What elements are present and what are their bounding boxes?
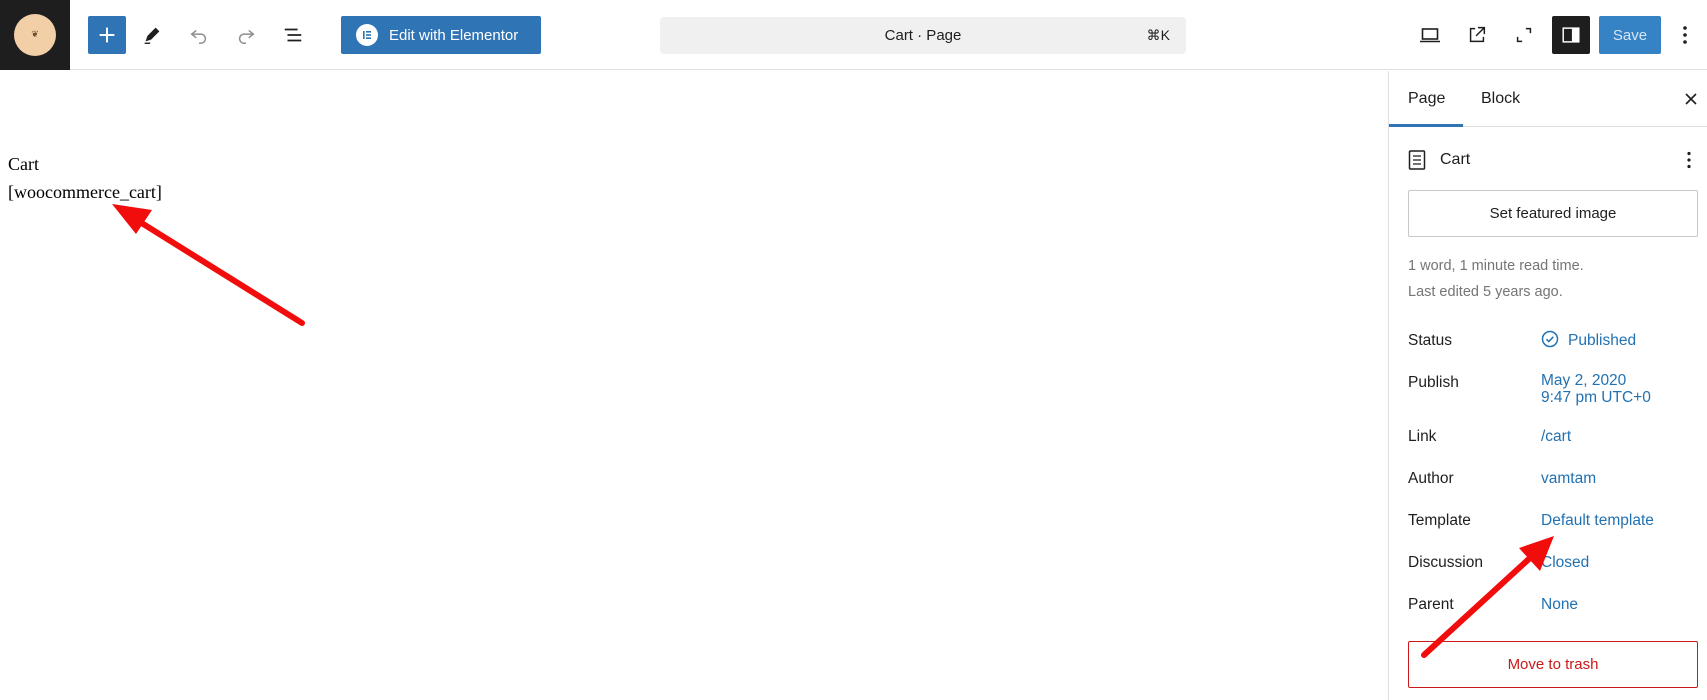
tab-page[interactable]: Page bbox=[1408, 71, 1445, 127]
command-palette-bar[interactable]: Cart · Page ⌘K bbox=[660, 17, 1186, 54]
status-label: Status bbox=[1408, 332, 1452, 349]
discussion-label: Discussion bbox=[1408, 554, 1483, 571]
plus-icon bbox=[99, 27, 115, 43]
settings-sidebar: Page Block Cart Set featured image 1 wor… bbox=[1389, 71, 1707, 700]
publish-date: May 2, 2020 bbox=[1541, 372, 1627, 389]
undo-button[interactable] bbox=[180, 16, 218, 54]
publish-date-button[interactable]: May 2, 2020 9:47 pm UTC+0 bbox=[1541, 372, 1651, 406]
elementor-icon bbox=[356, 24, 378, 46]
site-logo-icon: ❦ bbox=[14, 14, 56, 56]
undo-icon bbox=[190, 29, 207, 44]
redo-icon bbox=[238, 29, 255, 44]
fullscreen-icon bbox=[1516, 27, 1532, 43]
tab-block[interactable]: Block bbox=[1481, 71, 1520, 127]
publish-label: Publish bbox=[1408, 374, 1459, 391]
publish-time: 9:47 pm UTC+0 bbox=[1541, 389, 1651, 406]
page-document-icon bbox=[1408, 150, 1426, 170]
author-label: Author bbox=[1408, 470, 1454, 487]
options-button[interactable] bbox=[1670, 16, 1700, 54]
set-featured-image-button[interactable]: Set featured image bbox=[1408, 190, 1698, 237]
check-circle-icon bbox=[1541, 330, 1559, 348]
pencil-icon bbox=[144, 27, 160, 44]
document-header: Cart bbox=[1408, 147, 1698, 173]
move-to-trash-button[interactable]: Move to trash bbox=[1408, 641, 1698, 688]
more-vertical-icon bbox=[1683, 26, 1687, 44]
close-sidebar-button[interactable] bbox=[1680, 88, 1702, 110]
close-icon bbox=[1685, 93, 1697, 105]
active-tab-indicator bbox=[1389, 124, 1463, 127]
editor-canvas[interactable]: Cart [woocommerce_cart] bbox=[0, 71, 1388, 700]
tools-button[interactable] bbox=[133, 16, 171, 54]
parent-value[interactable]: None bbox=[1541, 596, 1578, 613]
external-link-icon bbox=[1469, 26, 1486, 43]
list-view-icon bbox=[284, 28, 302, 42]
add-block-button[interactable] bbox=[88, 16, 126, 54]
status-value-button[interactable]: Published bbox=[1541, 330, 1637, 349]
preview-in-new-tab-button[interactable] bbox=[1458, 16, 1496, 54]
edit-with-elementor-button[interactable]: Edit with Elementor bbox=[341, 16, 541, 54]
fullscreen-button[interactable] bbox=[1505, 16, 1543, 54]
more-vertical-icon bbox=[1687, 151, 1691, 169]
desktop-view-icon bbox=[1420, 28, 1440, 43]
word-count-text: 1 word, 1 minute read time. bbox=[1408, 258, 1584, 274]
page-title[interactable]: Cart bbox=[8, 154, 39, 175]
document-title: Cart bbox=[1440, 151, 1471, 168]
document-title-label: Cart · Page bbox=[884, 27, 962, 44]
sidebar-settings-icon bbox=[1562, 27, 1580, 43]
link-label: Link bbox=[1408, 428, 1437, 445]
sidebar-tabs: Page Block bbox=[1389, 71, 1707, 127]
document-overview-button[interactable] bbox=[274, 16, 312, 54]
author-value[interactable]: vamtam bbox=[1541, 470, 1596, 487]
shortcode-block[interactable]: [woocommerce_cart] bbox=[8, 182, 162, 203]
settings-sidebar-toggle[interactable] bbox=[1552, 16, 1590, 54]
parent-label: Parent bbox=[1408, 596, 1454, 613]
view-button[interactable] bbox=[1411, 16, 1449, 54]
template-value[interactable]: Default template bbox=[1541, 512, 1654, 529]
status-value: Published bbox=[1568, 332, 1637, 349]
document-actions-button[interactable] bbox=[1680, 147, 1698, 173]
redo-button[interactable] bbox=[227, 16, 265, 54]
discussion-value[interactable]: Closed bbox=[1541, 554, 1589, 571]
template-label: Template bbox=[1408, 512, 1471, 529]
last-edited-text: Last edited 5 years ago. bbox=[1408, 284, 1563, 300]
editor-top-toolbar: ❦ Edit with Elementor Cart · Page ⌘K Sav… bbox=[0, 0, 1707, 70]
edit-with-elementor-label: Edit with Elementor bbox=[389, 26, 519, 44]
site-logo-button[interactable]: ❦ bbox=[0, 0, 70, 70]
link-value[interactable]: /cart bbox=[1541, 428, 1571, 445]
save-button[interactable]: Save bbox=[1599, 16, 1661, 54]
command-shortcut-label: ⌘K bbox=[1146, 27, 1170, 43]
